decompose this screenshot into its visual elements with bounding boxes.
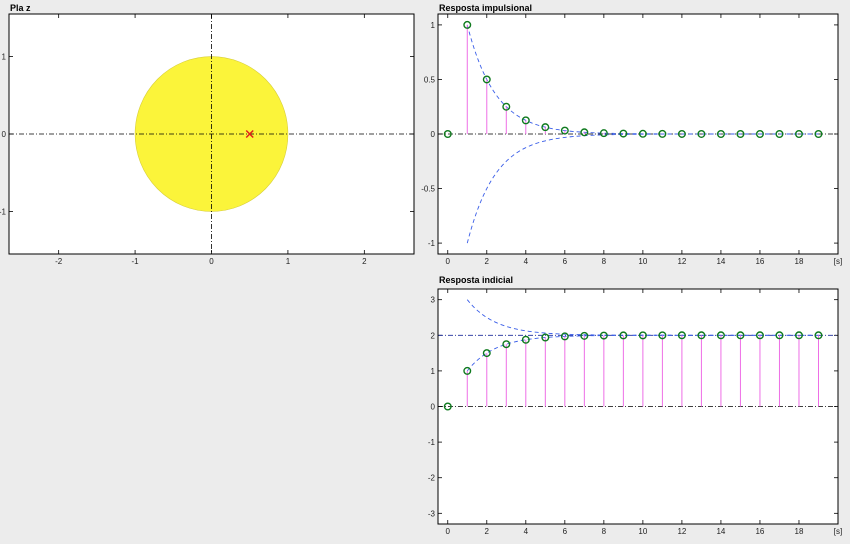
pz-axes: Pla z -2 -1 0 1 2 -1 0 1 [0,3,415,266]
pz-xtick-label: 0 [209,257,214,266]
impulse-xtick-label: 10 [638,257,647,266]
step-xtick-label: 16 [755,527,764,536]
pz-xtick-label: 1 [286,257,291,266]
step-ytick-label: 1 [431,367,436,376]
impulse-xtick-label: 2 [485,257,490,266]
step-xtick-label: 6 [563,527,568,536]
step-xtick-label: 10 [638,527,647,536]
impulse-xtick-label: 4 [524,257,529,266]
impulse-xtick-label: 12 [677,257,686,266]
pz-xtick-label: -1 [132,257,140,266]
figure: Pla z-2-1012-101Resposta impulsional0246… [0,3,842,536]
impulse-xlabel: [s] [834,257,842,266]
step-ytick-label: -3 [428,509,436,518]
step-axes: Resposta indicial0 2 4 6 8 10 12 14 16 18-3-2-101… [428,275,842,536]
impulse-ytick-label: -0.5 [421,185,435,194]
impulse-ytick-label: 0.5 [424,75,436,84]
step-xtick-label: 12 [677,527,686,536]
step-ytick-label: 2 [431,331,436,340]
step-xtick-label: 18 [795,527,804,536]
pz-xtick-label: 2 [362,257,367,266]
pz-ytick-label: -1 [0,207,7,216]
impulse-xtick-label: 6 [563,257,568,266]
step-xtick-label: 8 [602,527,607,536]
impulse-ytick-label: 1 [431,21,436,30]
step-xtick-label: 14 [716,527,725,536]
step-ytick-label: 3 [431,296,436,305]
impulse-axes: Resposta impulsional0 2 4 6 8 10 12 14 16 18-1-0.… [421,3,842,266]
pz-ytick-label: 1 [2,53,7,62]
pz-title: Pla z [10,3,31,13]
step-title: Resposta indicial [439,275,513,285]
impulse-xtick-label: 8 [602,257,607,266]
step-ytick-label: 0 [431,403,436,412]
step-xtick-label: 4 [524,527,529,536]
impulse-ytick-label: 0 [431,130,436,139]
pz-xtick-label: -2 [55,257,63,266]
impulse-xtick-label: 18 [795,257,804,266]
step-ytick-label: -1 [428,438,436,447]
impulse-xtick-label: 16 [755,257,764,266]
step-xtick-label: 0 [446,527,451,536]
impulse-xtick-label: 0 [446,257,451,266]
step-ytick-label: -2 [428,474,436,483]
step-xlabel: [s] [834,527,842,536]
pz-ytick-label: 0 [2,130,7,139]
impulse-title: Resposta impulsional [439,3,532,13]
impulse-xtick-label: 14 [716,257,725,266]
step-xtick-label: 2 [485,527,490,536]
impulse-ytick-label: -1 [428,239,436,248]
